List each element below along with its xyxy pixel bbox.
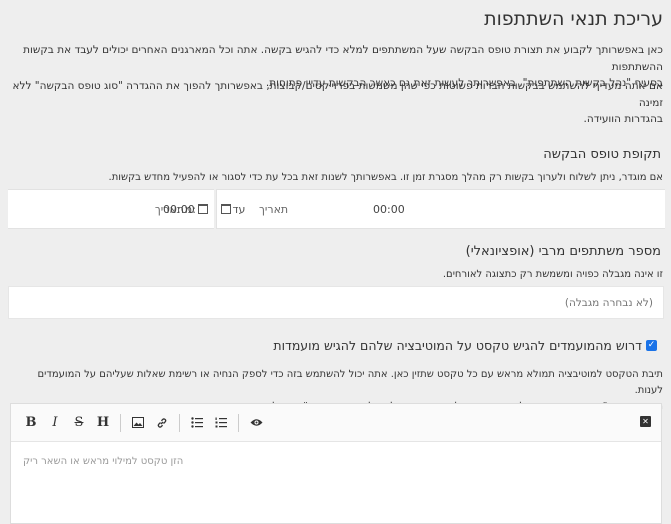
eye-icon[interactable]: [244, 411, 268, 435]
max-participants-description: זו אינה מגבלה כפויה ומשמשת רק כתצוגה לאו…: [442, 269, 663, 280]
intro2-text: אם אתה מעדיף להשתמש בבקשות חברות פשוטות …: [8, 78, 664, 128]
toolbar-divider: [238, 413, 239, 432]
page-title: עריכת תנאי השתתפות: [484, 8, 663, 30]
bold-button[interactable]: B: [19, 411, 43, 435]
to-time[interactable]: 00:00: [373, 190, 405, 228]
bulleted-list-icon[interactable]: [185, 411, 209, 435]
link-icon[interactable]: [150, 411, 174, 435]
editor-placeholder[interactable]: הזן טקסט למילוי מראש או השאר ריק: [23, 456, 183, 467]
max-participants-input[interactable]: [8, 286, 664, 319]
image-icon[interactable]: [126, 411, 150, 435]
period-to-field[interactable]: עד תאריך 00:00 00:00: [163, 189, 665, 229]
require-motivation-label: דרוש מהמועמדים להגיש טקסט על המוטיבציה ש…: [273, 337, 642, 353]
toolbar-divider: [120, 413, 121, 432]
editor-toolbar: B I S H ✕: [11, 404, 661, 442]
heading-button[interactable]: H: [91, 411, 115, 435]
from-time-display[interactable]: 00:00: [163, 190, 195, 228]
italic-button[interactable]: I: [43, 411, 67, 435]
close-icon[interactable]: ✕: [640, 416, 651, 427]
to-label: עד: [232, 202, 246, 216]
strikethrough-button[interactable]: S: [67, 411, 91, 435]
calendar-icon[interactable]: [220, 204, 231, 214]
require-motivation-row[interactable]: דרוש מהמועמדים להגיש טקסט על המוטיבציה ש…: [8, 336, 661, 354]
to-date[interactable]: תאריך: [259, 190, 288, 228]
to-label-wrap: עד: [217, 190, 247, 228]
motivation-desc-line-1: תיבת הטקסט למוטיבציה תמולא מראש עם כל טק…: [37, 369, 663, 396]
intro2-line-2: בהגדרות הוועידה.: [583, 113, 663, 125]
numbered-list-icon[interactable]: [209, 411, 233, 435]
period-title: תקופת טופס הבקשה: [543, 147, 661, 162]
intro2-line-1: אם אתה מעדיף להשתמש בבקשות חברות פשוטות …: [12, 80, 664, 109]
period-description: אם מוגדר, ניתן לשלוח ולערוך בקשות רק מהל…: [108, 172, 663, 183]
max-participants-title: מספר משתתפים מרבי (אופציונאלי): [465, 244, 661, 259]
toolbar-divider: [179, 413, 180, 432]
require-motivation-checkbox[interactable]: ✓: [646, 339, 657, 351]
motivation-editor[interactable]: B I S H ✕ הזן טקסט למילוי מראש או השאר ר…: [10, 403, 662, 524]
calendar-icon[interactable]: [198, 204, 208, 214]
intro-line-1: כאן באפשרותך לקבוע את תצורת טופס הבקשה ש…: [23, 44, 663, 73]
